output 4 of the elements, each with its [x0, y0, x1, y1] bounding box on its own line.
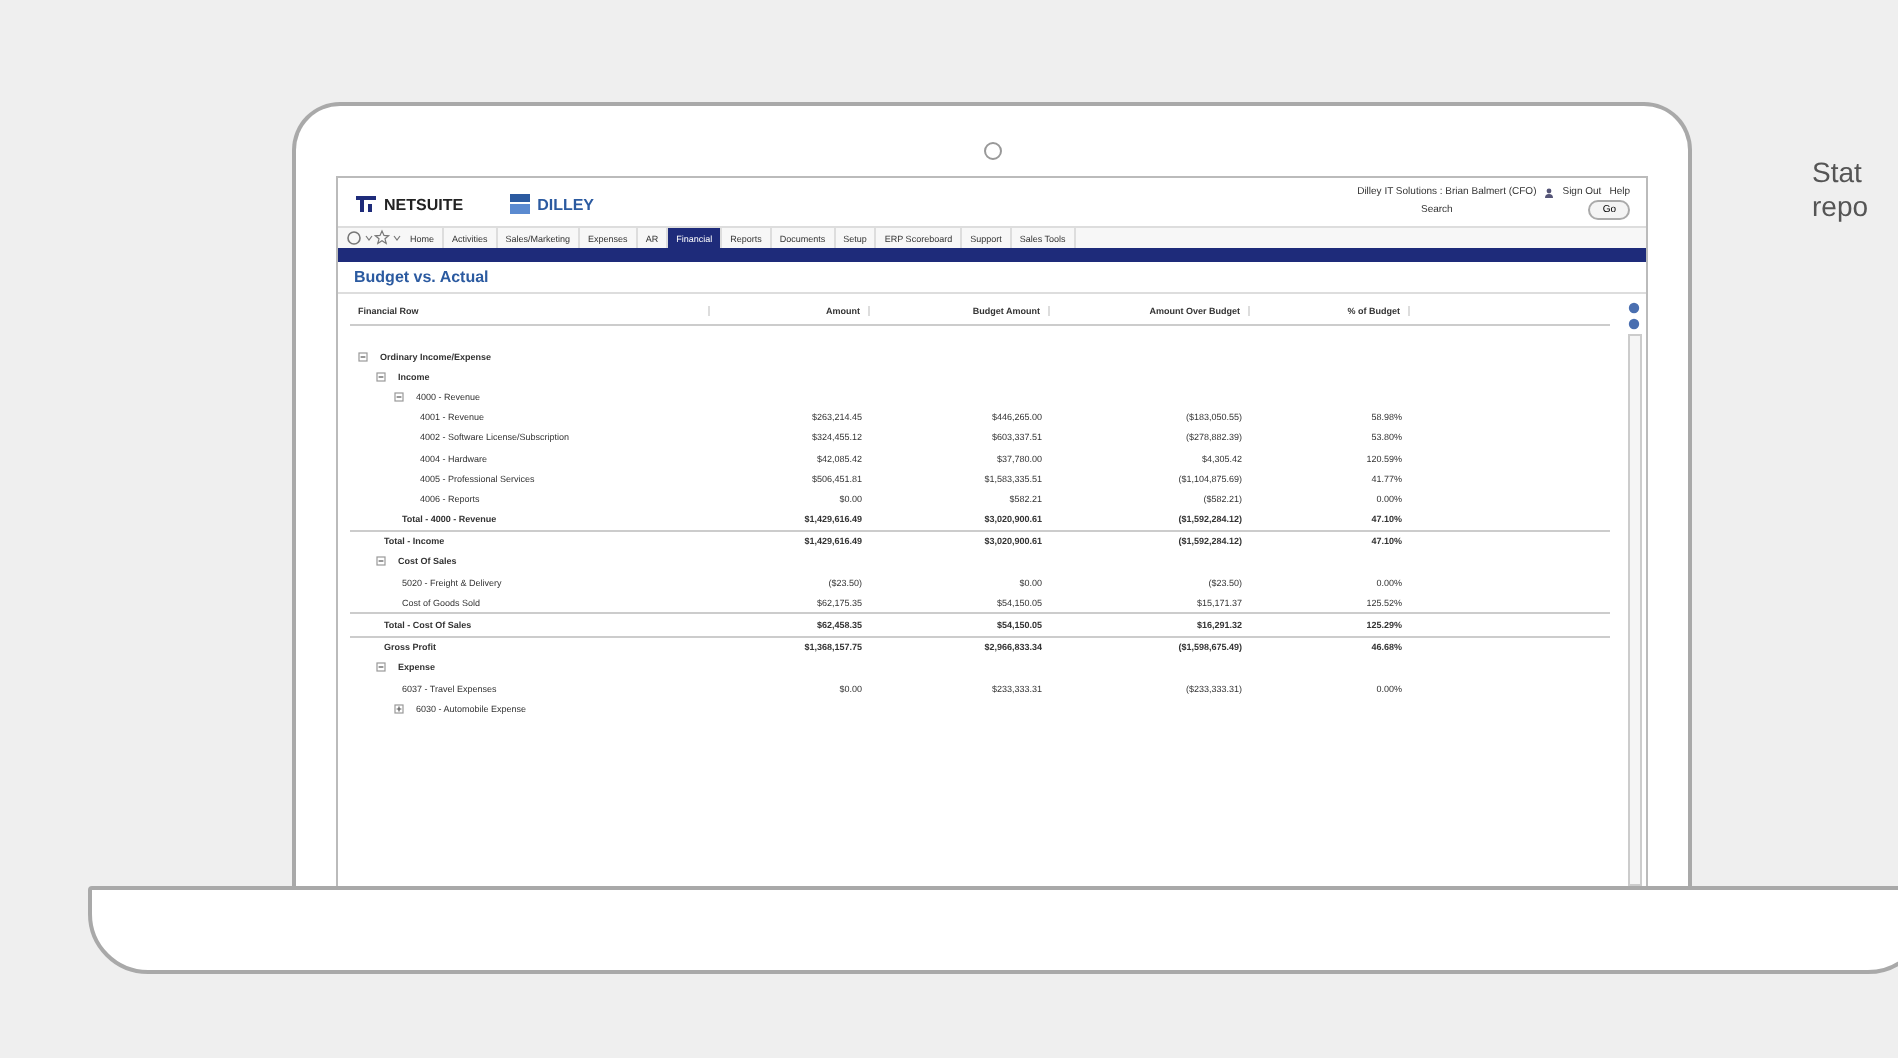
caption-text: Stat repo: [1812, 156, 1869, 224]
report-title: Budget vs. Actual: [338, 262, 1646, 294]
partner-logo: DILLEY: [507, 192, 595, 216]
logo: NETSUITE: [354, 194, 464, 214]
